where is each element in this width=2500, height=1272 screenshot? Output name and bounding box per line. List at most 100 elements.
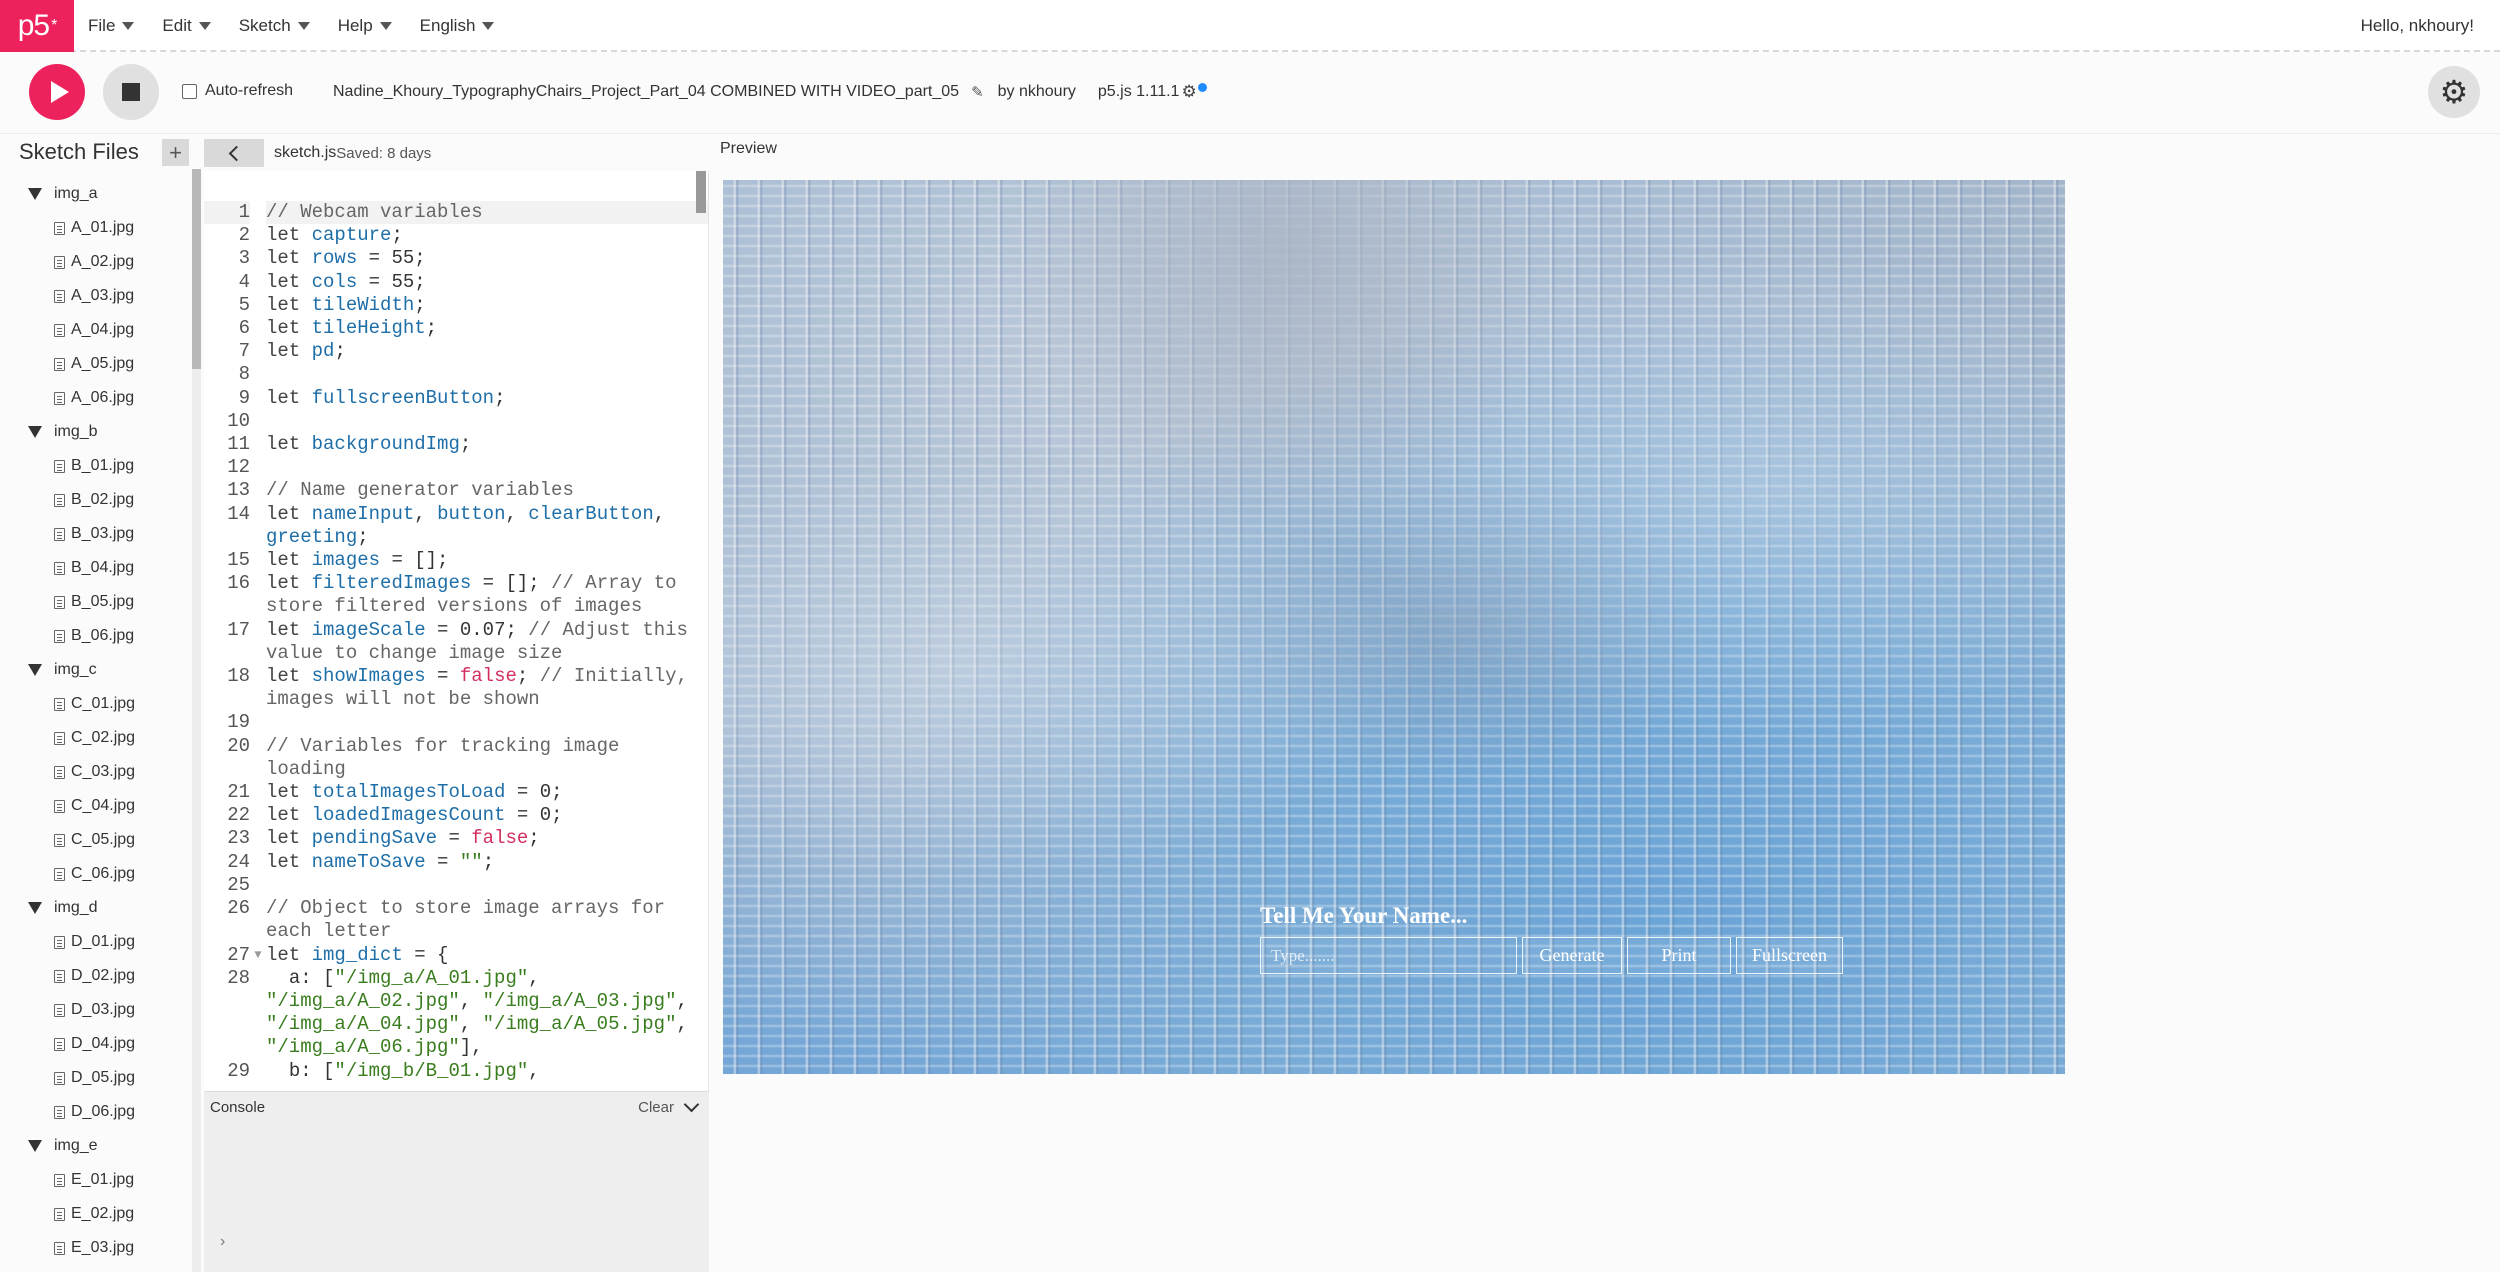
preview-canvas[interactable]: Tell Me Your Name... Type....... Generat… [723, 180, 2065, 1074]
file-item[interactable]: C_05.jpg [0, 823, 190, 857]
code-line[interactable]: 14 let nameInput, button, clearButton, gr… [204, 503, 708, 549]
file-item[interactable]: E_02.jpg [0, 1197, 190, 1231]
file-item[interactable]: C_03.jpg [0, 755, 190, 789]
file-label: A_04.jpg [71, 321, 135, 338]
code-line[interactable]: 18 let showImages = false; // Initially, … [204, 665, 708, 711]
code-line[interactable]: 19 [204, 711, 708, 734]
version-info[interactable]: p5.js 1.11.1 ⚙ [1098, 82, 1207, 102]
settings-button[interactable]: ⚙ [2428, 66, 2480, 118]
file-item[interactable]: E_04.jpg [0, 1265, 190, 1272]
code-line[interactable]: 26 // Object to store image arrays for ea… [204, 897, 708, 943]
file-item[interactable]: B_01.jpg [0, 449, 190, 483]
editor-scrollbar[interactable] [696, 171, 706, 213]
file-item[interactable]: D_03.jpg [0, 993, 190, 1027]
file-item[interactable]: D_05.jpg [0, 1061, 190, 1095]
code-line[interactable]: 3 let rows = 55; [204, 247, 708, 270]
generate-button[interactable]: Generate [1522, 937, 1622, 974]
project-owner[interactable]: by nkhoury [998, 83, 1076, 101]
folder-img-c[interactable]: img_c [0, 653, 190, 687]
file-item[interactable]: B_06.jpg [0, 619, 190, 653]
code-editor[interactable]: 1 // Webcam variables 2 let capture; 3 let ro… [204, 171, 709, 1091]
file-item[interactable]: C_06.jpg [0, 857, 190, 891]
print-button[interactable]: Print [1627, 937, 1731, 974]
play-button[interactable] [29, 64, 85, 120]
file-item[interactable]: D_04.jpg [0, 1027, 190, 1061]
menu-language[interactable]: English [420, 16, 495, 36]
add-file-button[interactable]: + [162, 139, 189, 166]
file-icon [54, 289, 65, 303]
file-item[interactable]: C_04.jpg [0, 789, 190, 823]
code-line[interactable]: 2 let capture; [204, 224, 708, 247]
folder-img-d[interactable]: img_d [0, 891, 190, 925]
top-nav: p5 * File Edit Sketch Help English Hello,… [0, 0, 2500, 52]
code-lines[interactable]: 1 // Webcam variables 2 let capture; 3 let ro… [204, 201, 708, 1083]
file-item[interactable]: D_01.jpg [0, 925, 190, 959]
pencil-icon[interactable]: ✎ [971, 83, 984, 101]
code-line[interactable]: 28 a: ["/img_a/A_01.jpg", "/img_a/A_02.j… [204, 967, 708, 1060]
stop-button[interactable] [103, 64, 159, 120]
code-line[interactable]: 25 [204, 874, 708, 897]
menu-file[interactable]: File [88, 16, 135, 36]
code-line[interactable]: 15 let images = []; [204, 549, 708, 572]
code-line[interactable]: 27 ▼ let img_dict = { [204, 944, 708, 967]
file-item[interactable]: B_02.jpg [0, 483, 190, 517]
code-line[interactable]: 9 let fullscreenButton; [204, 387, 708, 410]
folder-img-e[interactable]: img_e [0, 1129, 190, 1163]
file-item[interactable]: E_03.jpg [0, 1231, 190, 1265]
console-prompt-icon[interactable]: › [220, 1233, 225, 1251]
code-line[interactable]: 20 // Variables for tracking image loadin… [204, 735, 708, 781]
console-clear-button[interactable]: Clear [638, 1099, 674, 1116]
folder-img-a[interactable]: img_a [0, 177, 190, 211]
folder-img-b[interactable]: img_b [0, 415, 190, 449]
code-line[interactable]: 12 [204, 456, 708, 479]
code-line[interactable]: 11 let backgroundImg; [204, 433, 708, 456]
auto-refresh-checkbox[interactable] [182, 83, 197, 99]
user-menu[interactable]: Hello, nkhoury! [2361, 16, 2474, 36]
code-line[interactable]: 16 let filteredImages = []; // Array to s… [204, 572, 708, 618]
code-line[interactable]: 17 let imageScale = 0.07; // Adjust this … [204, 619, 708, 665]
file-item[interactable]: E_01.jpg [0, 1163, 190, 1197]
code-line[interactable]: 8 [204, 363, 708, 386]
file-tab[interactable]: sketch.js [274, 144, 336, 162]
code-line[interactable]: 23 let pendingSave = false; [204, 827, 708, 850]
code-line[interactable]: 21 let totalImagesToLoad = 0; [204, 781, 708, 804]
file-item[interactable]: B_04.jpg [0, 551, 190, 585]
menu-help[interactable]: Help [338, 16, 392, 36]
code-line[interactable]: 24 let nameToSave = ""; [204, 851, 708, 874]
fold-arrow-icon[interactable]: ▼ [250, 944, 266, 967]
file-item[interactable]: A_06.jpg [0, 381, 190, 415]
file-item[interactable]: C_01.jpg [0, 687, 190, 721]
collapse-sidebar-button[interactable] [204, 139, 264, 167]
file-item[interactable]: A_03.jpg [0, 279, 190, 313]
code-line[interactable]: 13 // Name generator variables [204, 479, 708, 502]
menu-sketch[interactable]: Sketch [239, 16, 310, 36]
file-item[interactable]: A_02.jpg [0, 245, 190, 279]
file-item[interactable]: D_06.jpg [0, 1095, 190, 1129]
file-item[interactable]: C_02.jpg [0, 721, 190, 755]
file-item[interactable]: D_02.jpg [0, 959, 190, 993]
file-item[interactable]: A_05.jpg [0, 347, 190, 381]
sidebar-scrollbar[interactable] [192, 169, 201, 369]
p5-logo[interactable]: p5 * [0, 0, 74, 52]
file-item[interactable]: B_03.jpg [0, 517, 190, 551]
file-item[interactable]: A_04.jpg [0, 313, 190, 347]
project-name[interactable]: Nadine_Khoury_TypographyChairs_Project_P… [333, 83, 959, 101]
auto-refresh-toggle[interactable]: Auto-refresh [182, 82, 293, 100]
fullscreen-button[interactable]: Fullscreen [1736, 937, 1843, 974]
code-line[interactable]: 1 // Webcam variables [204, 201, 708, 225]
code-line[interactable]: 10 [204, 410, 708, 433]
menu-edit[interactable]: Edit [162, 16, 211, 36]
code-line[interactable]: 29 b: ["/img_b/B_01.jpg", [204, 1059, 708, 1083]
code-line[interactable]: 6 let tileHeight; [204, 317, 708, 340]
name-input[interactable]: Type....... [1260, 937, 1517, 974]
code-line[interactable]: 5 let tileWidth; [204, 294, 708, 317]
code-line[interactable]: 7 let pd; [204, 340, 708, 363]
chevron-down-icon[interactable] [683, 1096, 700, 1113]
file-item[interactable]: B_05.jpg [0, 585, 190, 619]
code-line[interactable]: 22 let loadedImagesCount = 0; [204, 804, 708, 827]
code-line[interactable]: 4 let cols = 55; [204, 271, 708, 294]
code-text: b: ["/img_b/B_01.jpg", [266, 1059, 540, 1082]
file-item[interactable]: A_01.jpg [0, 211, 190, 245]
